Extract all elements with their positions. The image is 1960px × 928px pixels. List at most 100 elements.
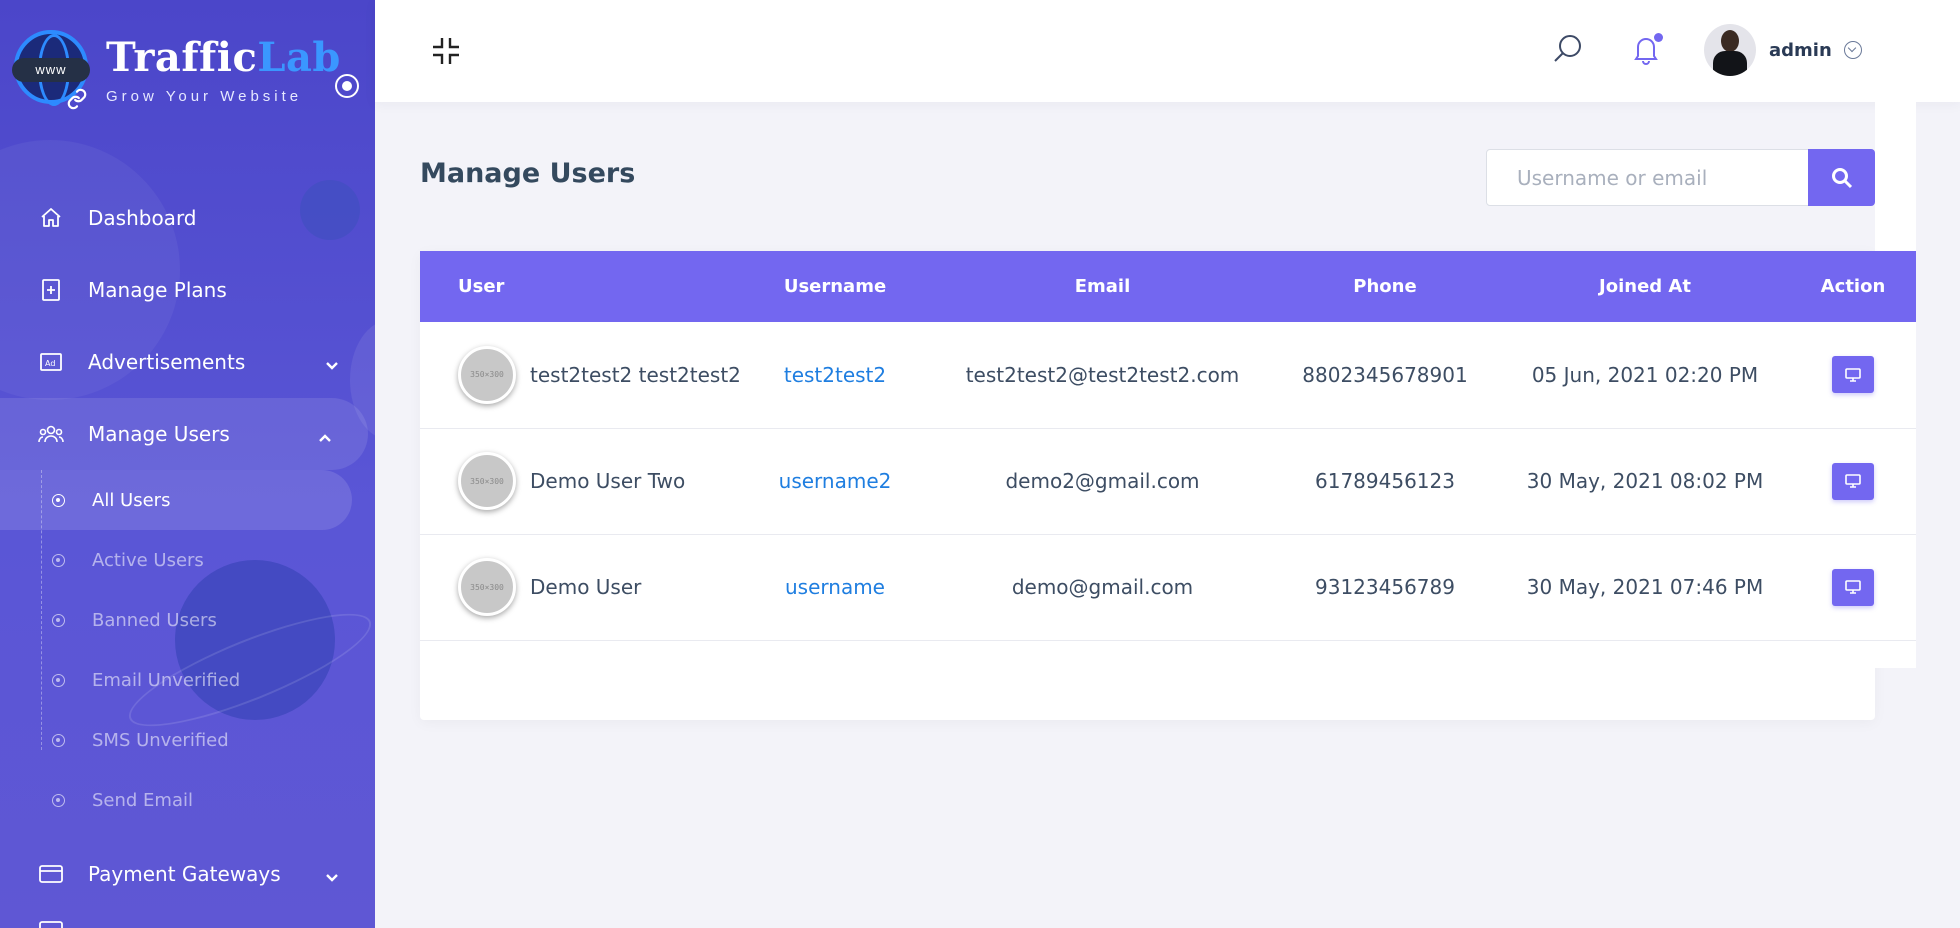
sidebar-item-manage-users[interactable]: Manage Users	[0, 398, 368, 470]
users-table: User Username Email Phone Joined At Acti…	[420, 251, 1916, 641]
desktop-icon	[1845, 367, 1861, 382]
brand-tagline: Grow Your Website	[106, 88, 303, 105]
sidebar-item-label: Manage Users	[88, 422, 230, 446]
view-details-button[interactable]	[1832, 462, 1874, 500]
submenu-item-label: All Users	[92, 489, 171, 511]
username-link[interactable]: username2	[779, 469, 892, 493]
chevron-down-icon	[325, 352, 339, 376]
user-avatar: 350×300	[458, 452, 516, 510]
column-header-joined-at: Joined At	[1599, 276, 1691, 297]
page-title: Manage Users	[420, 158, 636, 189]
svg-text:Ad: Ad	[45, 359, 55, 368]
user-full-name: Demo User	[530, 575, 642, 599]
table-row: 350×300 Demo User Two username2 demo2@gm…	[420, 428, 1916, 534]
submenu-item-label: Active Users	[92, 549, 204, 571]
user-cell: 350×300 Demo User	[420, 534, 735, 640]
sidebar-item-label: Dashboard	[88, 206, 197, 230]
chevron-down-icon	[325, 864, 339, 888]
users-icon	[38, 421, 64, 447]
submenu-item-label: Send Email	[92, 789, 193, 811]
search-input[interactable]	[1486, 149, 1810, 206]
plans-icon	[38, 277, 64, 303]
user-search-form	[1486, 149, 1875, 206]
user-full-name: Demo User Two	[530, 469, 686, 493]
joined-at-cell: 05 Jun, 2021 02:20 PM	[1531, 362, 1759, 387]
phone-cell: 8802345678901	[1302, 362, 1468, 387]
email-cell: test2test2@test2test2.com	[965, 362, 1240, 387]
link-icon	[66, 88, 88, 116]
users-table-container: User Username Email Phone Joined At Acti…	[420, 251, 1916, 668]
email-cell: demo2@gmail.com	[1005, 469, 1200, 493]
submenu-item-send-email[interactable]: Send Email	[0, 770, 375, 830]
submenu-item-label: Email Unverified	[92, 669, 241, 691]
brand-name-part1: Traffic	[106, 34, 258, 81]
fullscreen-collapse-icon[interactable]	[431, 36, 461, 66]
submenu-item-banned-users[interactable]: Banned Users	[0, 590, 375, 650]
topbar: admin	[375, 0, 1960, 102]
sidebar-item-manage-plans[interactable]: Manage Plans	[0, 254, 375, 326]
sidebar-item-dashboard[interactable]: Dashboard	[0, 182, 375, 254]
search-icon[interactable]	[1551, 32, 1585, 66]
table-header-row: User Username Email Phone Joined At Acti…	[420, 251, 1916, 322]
joined-at-cell: 30 May, 2021 08:02 PM	[1526, 469, 1764, 493]
search-icon	[1831, 167, 1852, 188]
email-cell: demo@gmail.com	[1011, 575, 1194, 599]
column-header-username: Username	[783, 276, 887, 297]
bullet-icon	[52, 553, 65, 567]
column-header-user: User	[458, 276, 505, 297]
bullet-icon	[52, 673, 65, 687]
sidebar-item-label: Payment Gateways	[88, 862, 281, 886]
username-link[interactable]: test2test2	[784, 363, 886, 387]
joined-at-cell: 30 May, 2021 07:46 PM	[1526, 575, 1764, 599]
sidebar-toggle-button[interactable]	[335, 74, 359, 98]
submenu-item-email-unverified[interactable]: Email Unverified	[0, 650, 375, 710]
admin-username[interactable]: admin	[1769, 40, 1832, 61]
table-row: 350×300 Demo User username demo@gmail.co…	[420, 534, 1916, 640]
column-header-email: Email	[1074, 276, 1131, 297]
bullet-icon	[52, 793, 65, 807]
sidebar-item-payment-gateways[interactable]: Payment Gateways	[0, 838, 375, 910]
panel-edge	[1875, 102, 1916, 251]
bullet-icon	[52, 613, 65, 627]
bullet-icon	[52, 493, 65, 507]
brand-name-part2: Lab	[257, 34, 341, 81]
brand-name: TrafficLab	[106, 34, 341, 81]
card-icon	[38, 861, 64, 887]
submenu-item-active-users[interactable]: Active Users	[0, 530, 375, 590]
user-full-name: test2test2 test2test2	[530, 362, 741, 387]
phone-cell: 61789456123	[1315, 469, 1455, 493]
chevron-down-icon[interactable]	[1844, 41, 1862, 59]
avatar[interactable]	[1704, 24, 1756, 76]
sidebar-item-advertisements[interactable]: Ad Advertisements	[0, 326, 375, 398]
avatar-body	[1713, 51, 1747, 76]
submenu-item-label: SMS Unverified	[92, 729, 229, 751]
phone-cell: 93123456789	[1315, 575, 1455, 599]
user-cell: 350×300 test2test2 test2test2	[420, 322, 741, 428]
submenu-item-all-users[interactable]: All Users	[0, 470, 352, 530]
user-cell: 350×300 Demo User Two	[420, 428, 735, 534]
logo-www-badge: www	[12, 58, 90, 82]
menu-item-icon	[38, 917, 64, 928]
brand-logo[interactable]: www TrafficLab Grow Your Website	[12, 30, 354, 110]
sidebar-item-partial[interactable]	[0, 910, 375, 928]
desktop-icon	[1845, 474, 1861, 488]
submenu-item-label: Banned Users	[92, 609, 217, 631]
user-avatar: 350×300	[458, 558, 516, 616]
desktop-icon	[1845, 580, 1861, 594]
ad-icon: Ad	[38, 349, 64, 375]
home-icon	[38, 205, 64, 231]
submenu-item-sms-unverified[interactable]: SMS Unverified	[0, 710, 375, 770]
column-header-phone: Phone	[1353, 276, 1417, 297]
users-submenu: All Users Active Users Banned Users Emai…	[0, 470, 375, 830]
table-row: 350×300 test2test2 test2test2 test2test2…	[420, 322, 1916, 428]
view-details-button[interactable]	[1832, 568, 1874, 606]
chevron-up-icon	[318, 424, 332, 448]
sidebar-item-label: Manage Plans	[88, 278, 227, 302]
column-header-action: Action	[1820, 276, 1886, 297]
sidebar: www TrafficLab Grow Your Website Dashboa…	[0, 0, 375, 928]
view-details-button[interactable]	[1832, 356, 1874, 394]
bullet-icon	[52, 733, 65, 747]
user-avatar: 350×300	[458, 345, 516, 404]
username-link[interactable]: username	[785, 575, 885, 599]
search-button[interactable]	[1808, 149, 1875, 206]
